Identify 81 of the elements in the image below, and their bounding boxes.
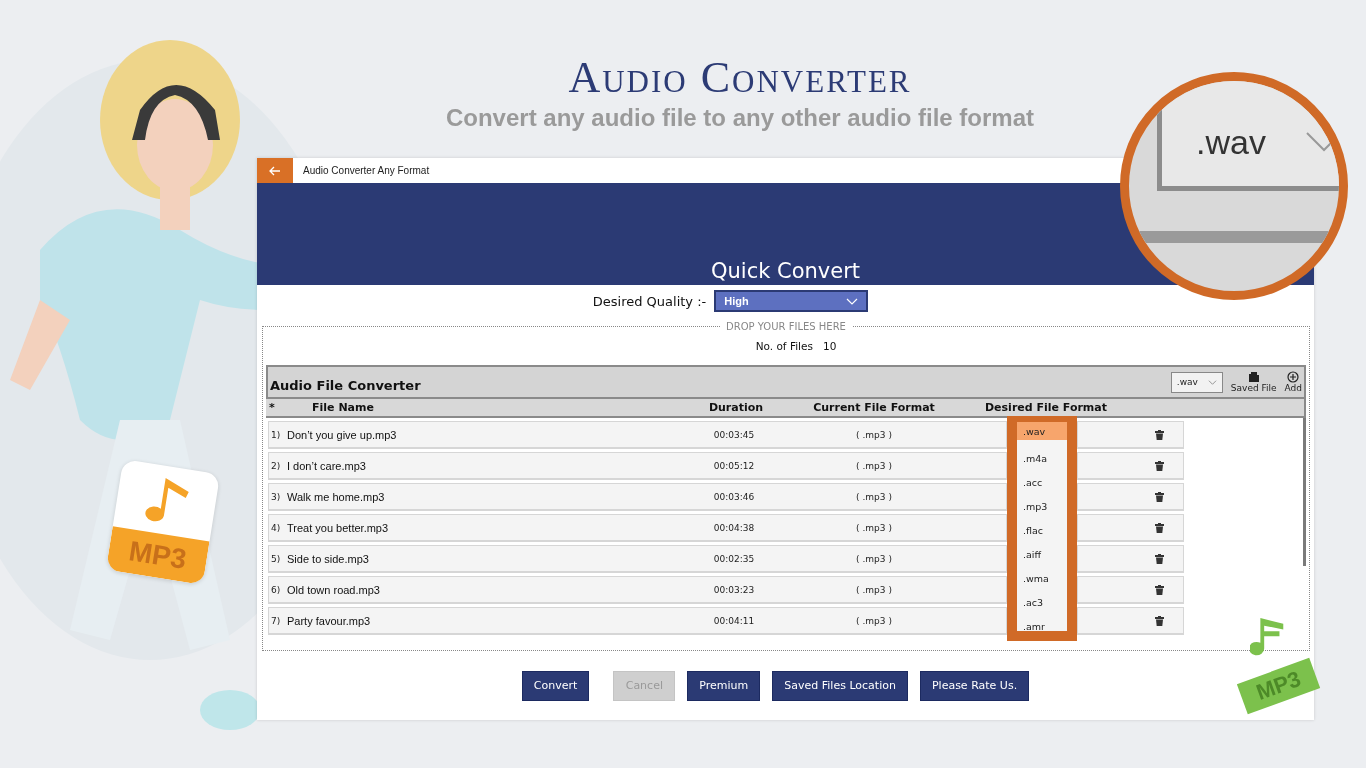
chevron-down-icon	[846, 297, 859, 305]
file-name: Walk me home.mp3	[287, 490, 386, 503]
duration: 00:03:23	[712, 584, 756, 595]
action-button[interactable]: Convert	[521, 670, 590, 701]
row-number: 2)	[270, 460, 282, 471]
row-number: 6)	[270, 584, 282, 595]
format-dropdown[interactable]: .wav	[1170, 371, 1223, 393]
folder-icon	[1247, 371, 1260, 383]
trash-icon[interactable]	[1155, 584, 1164, 595]
column-header: Duration	[707, 401, 765, 414]
file-name: Treat you better.mp3	[287, 521, 390, 534]
drop-zone-label: DROP YOUR FILES HERE	[725, 321, 847, 332]
menu-item[interactable]: .aiff	[1017, 542, 1067, 566]
current-format: ( .mp3 )	[855, 460, 893, 471]
file-name: Don’t you give up.mp3	[287, 428, 398, 441]
trash-icon[interactable]	[1155, 522, 1164, 533]
trash-icon[interactable]	[1155, 553, 1164, 564]
page-title: Quick Convert	[710, 258, 861, 285]
file-row[interactable]: 4) Treat you better.mp3 00:04:38 ( .mp3 )	[268, 514, 1007, 542]
back-button[interactable]	[257, 158, 293, 183]
promo-subtitle: Convert any audio file to any other audio file format	[445, 104, 1035, 132]
menu-item[interactable]: .acc	[1017, 470, 1067, 494]
current-format: ( .mp3 )	[855, 491, 893, 502]
column-header: Desired File Format	[983, 401, 1108, 414]
window-title: Audio Converter Any Format	[303, 165, 430, 176]
trash-icon[interactable]	[1155, 460, 1164, 471]
action-button[interactable]: Please Rate Us.	[919, 670, 1030, 701]
menu-item[interactable]: .wma	[1017, 566, 1067, 590]
row-number: 4)	[270, 522, 282, 533]
file-row[interactable]: 3) Walk me home.mp3 00:03:46 ( .mp3 )	[268, 483, 1007, 511]
trash-icon[interactable]	[1155, 491, 1164, 502]
table-title: Audio File Converter	[270, 377, 421, 393]
back-arrow-icon	[269, 165, 281, 176]
trash-icon[interactable]	[1155, 429, 1164, 440]
file-name: I don’t care.mp3	[287, 459, 367, 472]
file-count-label: No. of Files	[755, 340, 813, 352]
add-icon	[1287, 371, 1300, 383]
quality-label: Desired Quality :-	[592, 293, 707, 309]
menu-item[interactable]: .ac3	[1017, 590, 1067, 614]
file-count: 10	[822, 340, 837, 352]
quality-dropdown[interactable]: High	[714, 290, 869, 312]
saved-file-button[interactable]: Saved File	[1230, 371, 1277, 393]
current-format: ( .mp3 )	[855, 553, 893, 564]
menu-item[interactable]: .amr	[1017, 614, 1067, 631]
scrollbar[interactable]	[1303, 418, 1306, 566]
duration: 00:04:38	[712, 522, 756, 533]
drop-zone[interactable]	[262, 321, 1310, 651]
chevron-down-icon	[1207, 379, 1217, 385]
action-button[interactable]: Saved Files Location	[772, 670, 908, 701]
duration: 00:02:35	[712, 553, 756, 564]
duration: 00:03:45	[712, 429, 756, 440]
duration: 00:04:11	[712, 615, 756, 626]
row-number: 3)	[270, 491, 282, 502]
column-header: Current File Format	[812, 401, 936, 414]
row-number: 1)	[270, 429, 282, 440]
file-row[interactable]: 6) Old town road.mp3 00:03:23 ( .mp3 )	[268, 576, 1007, 604]
current-format: ( .mp3 )	[855, 522, 893, 533]
menu-item[interactable]: .mp3	[1017, 494, 1067, 518]
file-name: Side to side.mp3	[287, 552, 370, 565]
file-name: Party favour.mp3	[287, 614, 372, 627]
current-format: ( .mp3 )	[855, 429, 893, 440]
current-format: ( .mp3 )	[855, 584, 893, 595]
promo-title: Audio Converter	[568, 52, 912, 104]
file-row[interactable]: 2) I don’t care.mp3 00:05:12 ( .mp3 )	[268, 452, 1007, 480]
duration: 00:05:12	[712, 460, 756, 471]
file-name: Old town road.mp3	[287, 583, 381, 596]
column-header: File Name	[311, 401, 375, 414]
add-button[interactable]: Add	[1284, 371, 1302, 393]
current-format: ( .mp3 )	[855, 615, 893, 626]
file-row[interactable]: 5) Side to side.mp3 00:02:35 ( .mp3 )	[268, 545, 1007, 573]
duration: 00:03:46	[712, 491, 756, 502]
menu-item[interactable]: .wav	[1017, 422, 1067, 440]
menu-item[interactable]: .flac	[1017, 518, 1067, 542]
row-number: 7)	[270, 615, 282, 626]
trash-icon[interactable]	[1155, 615, 1164, 626]
file-row[interactable]: 7) Party favour.mp3 00:04:11 ( .mp3 )	[268, 607, 1007, 635]
action-button[interactable]: Premium	[687, 670, 761, 701]
menu-item[interactable]: .m4a	[1017, 446, 1067, 470]
column-header: *	[269, 401, 276, 414]
file-row[interactable]: 1) Don’t you give up.mp3 00:03:45 ( .mp3 )	[268, 421, 1007, 449]
row-number: 5)	[270, 553, 282, 564]
